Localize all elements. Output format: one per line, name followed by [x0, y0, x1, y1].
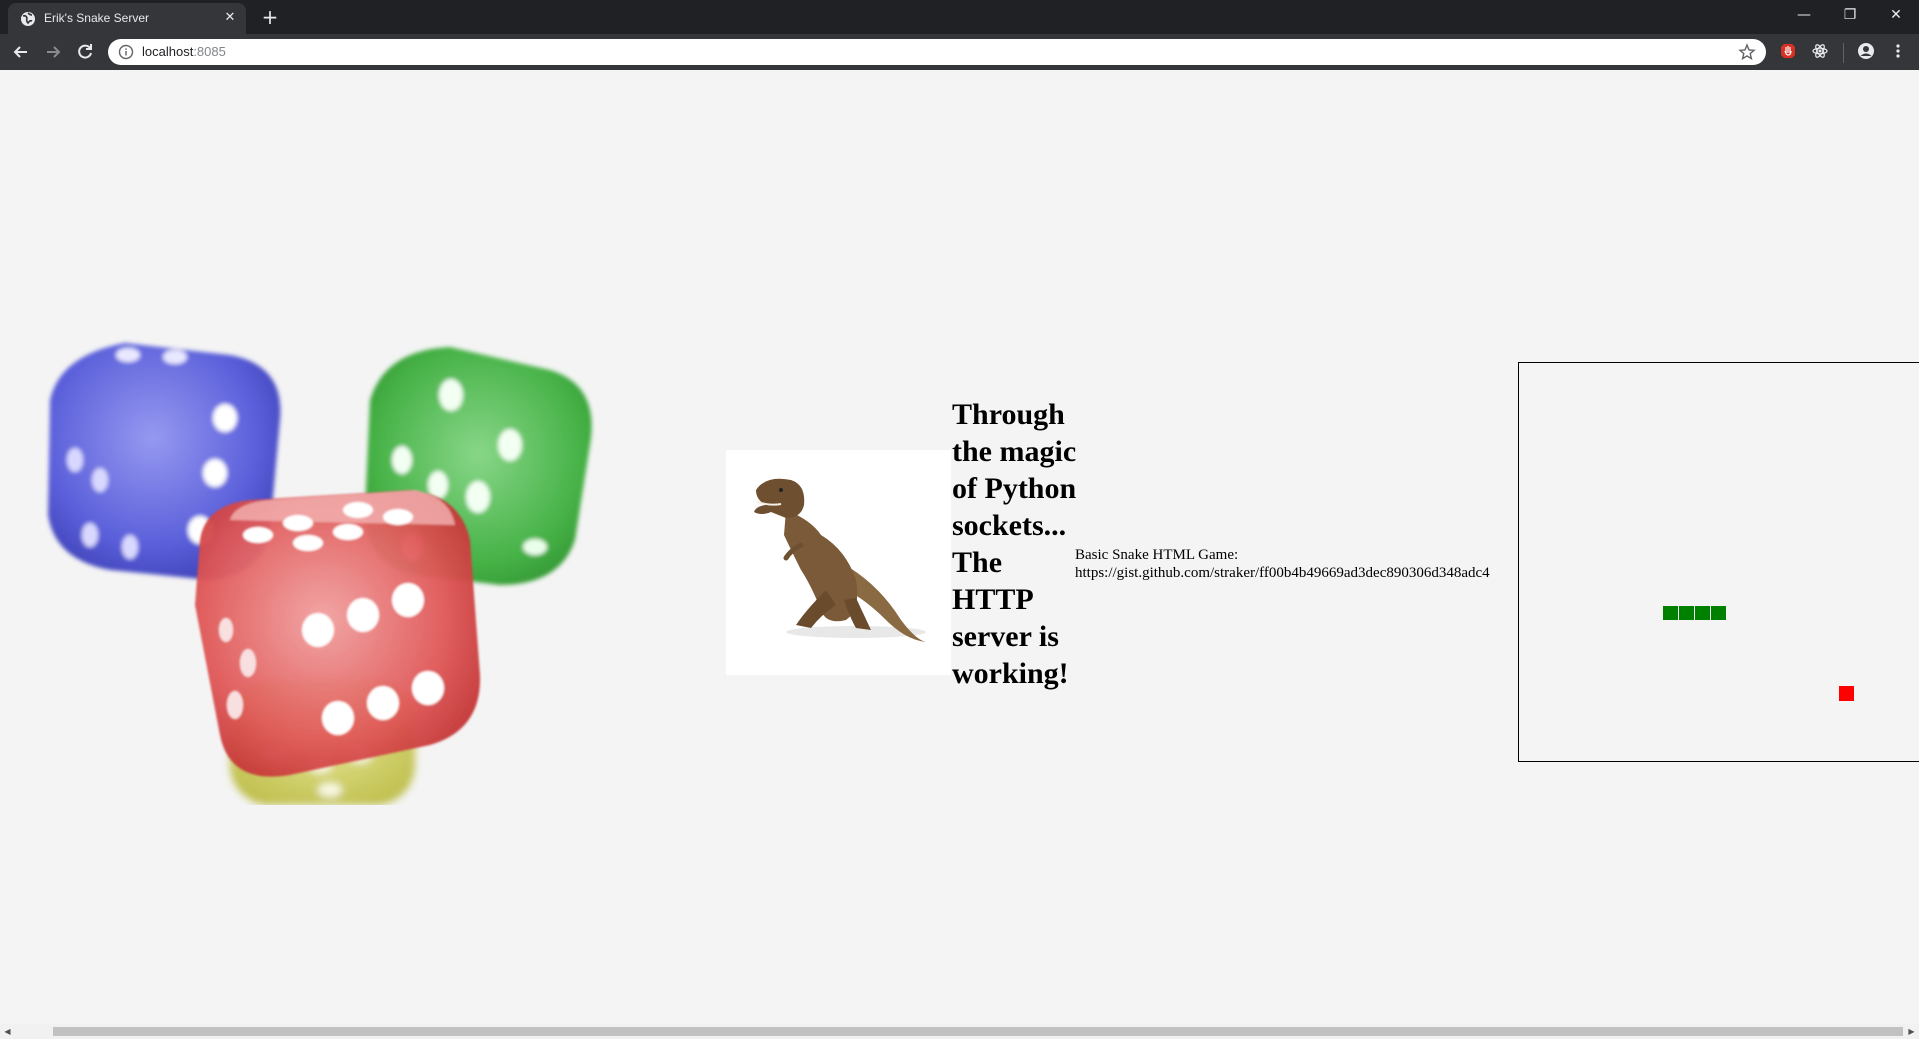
scroll-right-arrow-icon[interactable]: ▶	[1904, 1024, 1919, 1039]
page-viewport: Through the magic of Python sockets... T…	[0, 70, 1919, 1024]
info-icon[interactable]	[118, 44, 134, 60]
restore-button[interactable]: ❐	[1827, 0, 1873, 30]
back-arrow-icon[interactable]	[11, 42, 31, 62]
snake-segment	[1663, 606, 1678, 620]
t-rex-icon	[754, 478, 926, 642]
snake-segment	[1679, 606, 1694, 620]
stop-hand-extension-icon[interactable]	[1779, 42, 1797, 60]
bookmark-star-icon[interactable]	[1738, 43, 1756, 61]
browser-toolbar: localhost:8085	[0, 34, 1919, 70]
browser-tab[interactable]: Erik's Snake Server ✕	[8, 3, 246, 34]
snake-food	[1839, 686, 1854, 701]
snake-segment	[1711, 606, 1726, 620]
minimize-button[interactable]: —	[1781, 0, 1827, 30]
scroll-left-arrow-icon[interactable]: ◀	[0, 1024, 15, 1039]
forward-arrow-icon[interactable]	[43, 42, 63, 62]
react-devtools-icon[interactable]	[1811, 42, 1829, 60]
menu-kebab-icon[interactable]	[1889, 42, 1907, 60]
dinosaur-image	[726, 450, 951, 675]
new-tab-button[interactable]: +	[258, 6, 282, 28]
page-heading: Through the magic of Python sockets... T…	[952, 398, 1077, 690]
close-window-button[interactable]: ✕	[1873, 0, 1919, 30]
url-port: :8085	[193, 44, 226, 59]
profile-avatar-icon[interactable]	[1857, 42, 1875, 60]
tab-close-icon[interactable]: ✕	[222, 10, 238, 26]
url-host: localhost	[142, 44, 194, 59]
scrollbar-thumb[interactable]	[53, 1027, 1903, 1036]
reload-icon[interactable]	[75, 42, 95, 62]
url-text[interactable]: localhost:8085	[142, 44, 226, 59]
snake-game-link: https://gist.github.com/straker/ff00b4b4…	[1075, 565, 1490, 581]
dice-image	[48, 343, 592, 805]
snake-segment	[1695, 606, 1710, 620]
snake-game-title: Basic Snake HTML Game:	[1075, 547, 1239, 563]
globe-icon	[21, 12, 35, 26]
tab-strip: Erik's Snake Server ✕ + — ❐ ✕	[0, 0, 1919, 34]
snake-game-canvas[interactable]	[1518, 362, 1919, 762]
toolbar-separator	[1843, 43, 1844, 63]
snake-game-label: Basic Snake HTML Game: https://gist.gith…	[1075, 546, 1490, 582]
tab-title: Erik's Snake Server	[44, 11, 149, 25]
horizontal-scrollbar[interactable]: ◀ ▶	[0, 1024, 1919, 1039]
address-bar[interactable]: localhost:8085	[108, 39, 1766, 65]
